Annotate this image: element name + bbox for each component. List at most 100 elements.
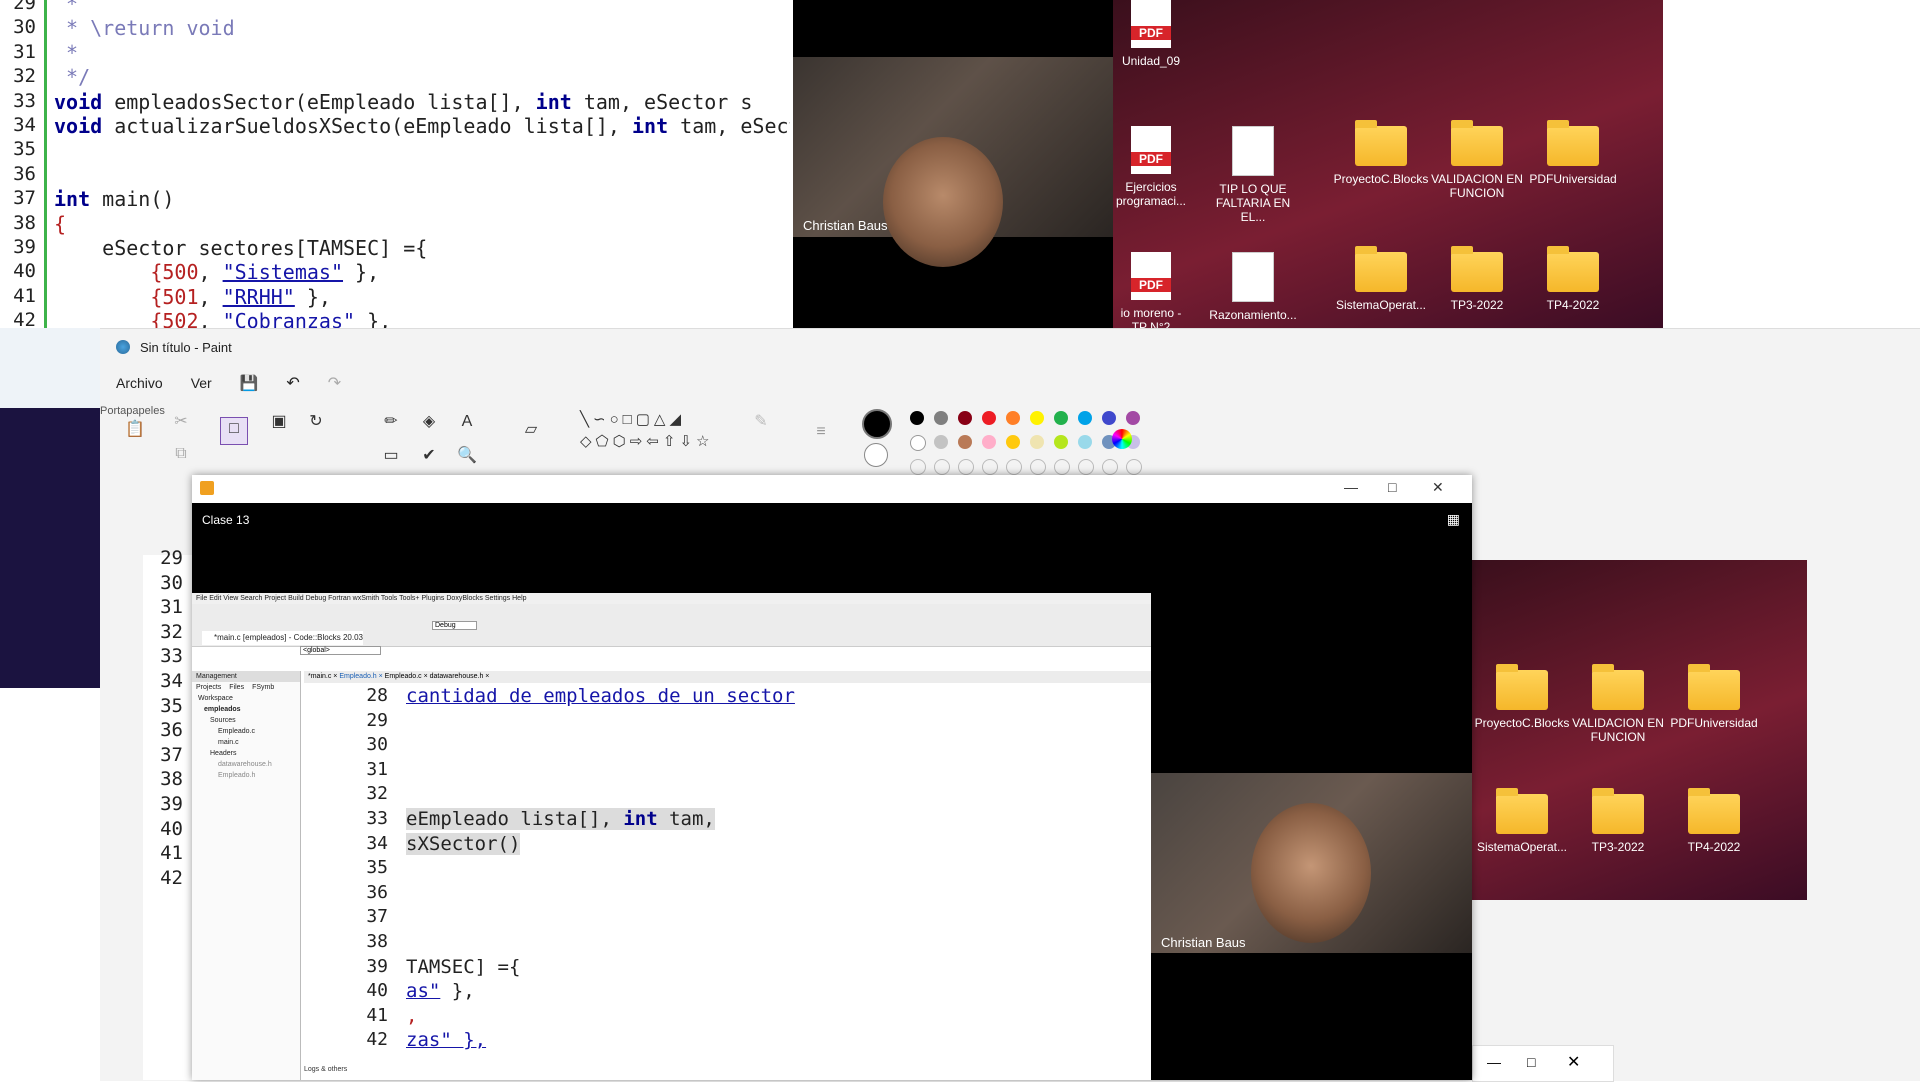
minimize-button[interactable]: — xyxy=(1344,479,1358,495)
palette-swatch[interactable] xyxy=(1078,411,1092,425)
code-line[interactable]: zas" }, xyxy=(406,1029,486,1051)
curve-shape-icon[interactable]: ∽ xyxy=(593,411,610,428)
desktop-icon[interactable]: SistemaOperat... xyxy=(1472,788,1572,854)
codeblocks-editor[interactable]: *main.c × Empleado.h × Empleado.c × data… xyxy=(304,671,1151,1080)
redo-icon[interactable]: ↷ xyxy=(328,373,341,393)
maximize-button[interactable]: □ xyxy=(1388,479,1396,495)
desktop-icon[interactable]: ProyectoC.Blocks xyxy=(1472,664,1572,730)
minimized-window-controls[interactable]: — □ ✕ xyxy=(1472,1045,1614,1082)
video-player-window[interactable]: — □ ✕ Clase 13 ▦ *main.c [empleados] - C… xyxy=(192,475,1472,1080)
pentagon-icon[interactable]: ⬠ xyxy=(596,433,613,450)
code-line[interactable]: {502, "Cobranzas" }, xyxy=(54,309,391,328)
palette-swatch[interactable] xyxy=(1102,411,1116,425)
code-line[interactable]: int main() xyxy=(54,187,174,211)
desktop-icon[interactable]: SistemaOperat... xyxy=(1331,246,1431,312)
custom-color-slot[interactable] xyxy=(934,459,950,475)
editor-tab[interactable]: datawarehouse.h × xyxy=(430,673,490,680)
outline-icon[interactable]: ✎ xyxy=(750,411,772,433)
code-line[interactable]: void actualizarSueldosXSecto(eEmpleado l… xyxy=(54,114,790,138)
palette-swatch[interactable] xyxy=(958,411,972,425)
palette-swatch[interactable] xyxy=(1054,435,1068,449)
desktop-icon[interactable]: ProyectoC.Blocks xyxy=(1331,120,1431,186)
tree-item[interactable]: Workspace xyxy=(192,693,300,704)
select-icon[interactable]: □ xyxy=(220,417,248,445)
code-line[interactable]: TAMSEC] ={ xyxy=(406,956,520,978)
desktop-icon[interactable]: PDFUniversidad xyxy=(1664,664,1764,730)
oval-shape-icon[interactable]: ○ xyxy=(610,411,623,428)
tab-fsymbols[interactable]: FSymb xyxy=(252,684,274,691)
code-line[interactable]: as" }, xyxy=(406,980,475,1002)
tab-files[interactable]: Files xyxy=(229,684,244,691)
copy-icon[interactable]: ⧉ xyxy=(170,443,192,465)
rect-shape-icon[interactable]: □ xyxy=(623,411,636,428)
close-button[interactable]: ✕ xyxy=(1432,479,1444,496)
management-panel[interactable]: Management Projects Files FSymb Workspac… xyxy=(192,671,301,1080)
star-icon[interactable]: ☆ xyxy=(696,433,713,450)
crop-icon[interactable]: ▣ xyxy=(268,411,290,433)
desktop-icon[interactable]: PDF io moreno - TP N°2 xyxy=(1113,252,1201,328)
code-line[interactable]: eEmpleado lista[], int tam, xyxy=(406,808,715,830)
custom-color-slot[interactable] xyxy=(982,459,998,475)
palette-swatch[interactable] xyxy=(934,411,948,425)
tree-item[interactable]: empleados xyxy=(192,704,300,715)
color1-swatch[interactable] xyxy=(862,409,892,439)
rounded-rect-icon[interactable]: ▢ xyxy=(636,411,654,428)
tree-item[interactable]: main.c xyxy=(192,737,300,748)
custom-color-slot[interactable] xyxy=(1126,459,1142,475)
save-icon[interactable]: 💾 xyxy=(240,374,259,392)
rotate-icon[interactable]: ↻ xyxy=(305,411,327,433)
palette-swatch[interactable] xyxy=(934,435,948,449)
cut-icon[interactable]: ✂ xyxy=(170,411,192,433)
arrow-up-icon[interactable]: ⇧ xyxy=(663,433,680,450)
code-line[interactable]: void empleadosSector(eEmpleado lista[], … xyxy=(54,90,752,114)
tab-projects[interactable]: Projects xyxy=(196,684,221,691)
desktop-icon[interactable]: TP4-2022 xyxy=(1664,788,1764,854)
triangle-icon[interactable]: △ xyxy=(654,411,670,428)
palette-swatch[interactable] xyxy=(1054,411,1068,425)
code-line[interactable]: {501, "RRHH" }, xyxy=(54,285,331,309)
size-icon[interactable]: ≡ xyxy=(810,421,832,443)
arrow-left-icon[interactable]: ⇦ xyxy=(646,433,663,450)
management-tabs[interactable]: Projects Files FSymb xyxy=(192,682,300,693)
palette-swatch[interactable] xyxy=(958,435,972,449)
custom-color-slot[interactable] xyxy=(958,459,974,475)
desktop-icon[interactable]: TIP LO QUE FALTARIA EN EL... xyxy=(1203,126,1303,224)
color-picker-icon[interactable]: ✔ xyxy=(418,445,440,467)
desktop-icon[interactable]: TP3-2022 xyxy=(1568,788,1668,854)
arrow-down-icon[interactable]: ⇩ xyxy=(679,433,696,450)
eraser-icon[interactable]: ▭ xyxy=(380,445,402,467)
editor-tab[interactable]: Empleado.c × xyxy=(385,673,430,680)
custom-color-slot[interactable] xyxy=(1078,459,1094,475)
custom-color-slot[interactable] xyxy=(1102,459,1118,475)
desktop-icon[interactable]: PDF Ejercicios programaci... xyxy=(1113,126,1201,208)
palette-swatch[interactable] xyxy=(982,435,996,449)
code-line[interactable]: * xyxy=(54,0,78,16)
fill-icon[interactable]: ◈ xyxy=(418,411,440,433)
color2-swatch[interactable] xyxy=(864,443,888,467)
edit-colors-icon[interactable] xyxy=(1112,429,1132,449)
codeblocks-menu[interactable]: File Edit View Search Project Build Debu… xyxy=(192,593,1151,604)
project-tree[interactable]: Workspace empleados Sources Empleado.c main.… xyxy=(192,693,300,781)
code-line[interactable]: * \return void xyxy=(54,16,235,40)
tree-item[interactable]: Empleado.c xyxy=(192,726,300,737)
custom-color-slot[interactable] xyxy=(910,459,926,475)
desktop-icon[interactable]: VALIDACION EN FUNCION xyxy=(1568,664,1668,744)
pencil-icon[interactable]: ✏ xyxy=(380,411,402,433)
palette-swatch[interactable] xyxy=(1126,411,1140,425)
desktop-icon[interactable]: TP4-2022 xyxy=(1523,246,1623,312)
desktop-icon[interactable]: TP3-2022 xyxy=(1427,246,1527,312)
tree-item[interactable]: Headers xyxy=(192,748,300,759)
tree-item[interactable]: datawarehouse.h xyxy=(192,759,300,770)
palette-swatch[interactable] xyxy=(1078,435,1092,449)
brush-icon[interactable]: ▱ xyxy=(520,419,542,441)
hexagon-icon[interactable]: ⬡ xyxy=(613,433,630,450)
code-line[interactable]: cantidad de empleados de un sector xyxy=(406,685,795,707)
undo-icon[interactable]: ↶ xyxy=(286,373,299,393)
code-line[interactable]: */ xyxy=(54,65,90,89)
scope-select[interactable]: <global> xyxy=(300,646,381,655)
menu-ver[interactable]: Ver xyxy=(191,375,212,391)
custom-color-slot[interactable] xyxy=(1006,459,1022,475)
paste-icon[interactable]: 📋 xyxy=(124,419,146,441)
palette-swatch[interactable] xyxy=(910,411,924,425)
right-triangle-icon[interactable]: ◢ xyxy=(669,411,685,428)
